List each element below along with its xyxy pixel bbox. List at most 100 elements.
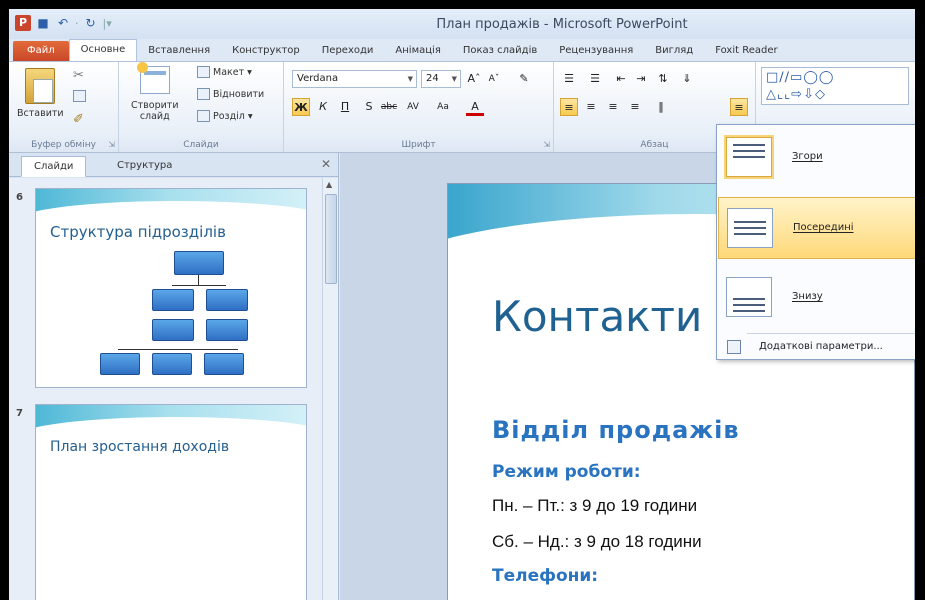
new-slide-icon bbox=[136, 62, 170, 94]
scroll-up-icon[interactable]: ▲ bbox=[326, 180, 332, 189]
increase-indent-icon[interactable]: ⇥ bbox=[632, 70, 650, 88]
align-top-option[interactable]: Згори bbox=[718, 127, 915, 189]
paste-icon bbox=[25, 68, 56, 104]
close-pane-icon[interactable]: ✕ bbox=[321, 157, 331, 171]
more-options-item[interactable]: Додаткові параметри... bbox=[717, 337, 915, 359]
strikethrough-icon[interactable]: abc bbox=[380, 98, 398, 116]
tab-home[interactable]: Основне bbox=[68, 39, 138, 61]
section-heading[interactable]: Відділ продажів bbox=[492, 416, 740, 444]
italic-icon[interactable]: К bbox=[314, 98, 332, 116]
work-hours-label[interactable]: Режим роботи: bbox=[492, 462, 641, 482]
clear-formatting-icon[interactable]: ✎ bbox=[515, 70, 533, 88]
thumb-wave bbox=[36, 405, 306, 457]
org-box bbox=[152, 289, 194, 311]
justify-icon[interactable]: ≡ bbox=[626, 98, 644, 116]
org-box bbox=[174, 251, 224, 275]
line-spacing-icon[interactable]: ⇅ bbox=[654, 70, 672, 88]
text-direction-icon[interactable]: ⇓ bbox=[678, 70, 696, 88]
cut-button[interactable]: ✂ bbox=[73, 68, 84, 83]
shapes-preview-icon: □∕∕▭◯◯ bbox=[766, 70, 835, 85]
shrink-font-icon[interactable]: Aˇ bbox=[485, 70, 503, 88]
tab-slides[interactable]: Слайди bbox=[21, 156, 87, 177]
more-options-label: Додаткові параметри... bbox=[759, 341, 883, 352]
shapes-gallery[interactable]: □∕∕▭◯◯ △⌞⌞⇨⇩◇ bbox=[761, 67, 909, 105]
slide-thumbnail-6[interactable]: Структура підрозділів bbox=[35, 188, 307, 388]
title-bar: P ■ ↶ · ↻ |▾ План продажів - Microsoft P… bbox=[9, 9, 915, 39]
tab-insert[interactable]: Вставлення bbox=[137, 41, 221, 61]
section-label: Розділ bbox=[213, 110, 245, 122]
align-text-vertical-icon[interactable]: ≡ bbox=[730, 98, 748, 116]
format-painter-button[interactable]: ✐ bbox=[73, 112, 84, 127]
clipboard-launcher-icon[interactable]: ⇲ bbox=[108, 140, 115, 149]
font-launcher-icon[interactable]: ⇲ bbox=[543, 140, 550, 149]
numbering-icon[interactable]: ☰ bbox=[586, 70, 604, 88]
new-slide-button[interactable]: Створити слайд bbox=[131, 62, 179, 122]
align-top-icon bbox=[726, 137, 772, 177]
new-slide-label-1: Створити bbox=[131, 100, 179, 111]
slide-thumbnail-title: Структура підрозділів bbox=[50, 223, 226, 241]
phones-label[interactable]: Телефони: bbox=[492, 566, 598, 586]
font-color-icon[interactable]: A bbox=[466, 98, 484, 116]
font-size-combo[interactable]: 24 ▼ bbox=[421, 70, 461, 88]
copy-button[interactable] bbox=[73, 90, 86, 102]
copy-icon bbox=[73, 90, 86, 102]
shadow-icon[interactable]: S bbox=[360, 98, 378, 116]
align-right-icon[interactable]: ≡ bbox=[604, 98, 622, 116]
org-box bbox=[206, 289, 248, 311]
tab-outline[interactable]: Структура bbox=[105, 156, 184, 177]
brush-icon: ✐ bbox=[73, 112, 84, 127]
columns-icon[interactable]: ‖ bbox=[652, 98, 670, 116]
font-family-combo[interactable]: Verdana ▼ bbox=[292, 70, 417, 88]
section-button[interactable]: Розділ ▾ bbox=[197, 110, 253, 122]
org-box bbox=[152, 319, 194, 341]
align-center-icon[interactable]: ≡ bbox=[582, 98, 600, 116]
align-bottom-option[interactable]: Знизу bbox=[718, 267, 915, 329]
tab-animations[interactable]: Анімація bbox=[384, 41, 451, 61]
weekday-hours[interactable]: Пн. – Пт.: з 9 до 19 години bbox=[492, 496, 697, 516]
tab-review[interactable]: Рецензування bbox=[548, 41, 644, 61]
slide-number: 6 bbox=[16, 192, 23, 203]
org-box bbox=[152, 353, 192, 375]
slides-group: Створити слайд Макет ▾ Відновити Розділ ▾ … bbox=[119, 62, 284, 152]
align-text-dropdown: Згори Посередині Знизу Додаткові парамет… bbox=[716, 124, 915, 360]
thumbnails-scrollbar[interactable]: ▲ bbox=[322, 178, 338, 600]
scroll-thumb[interactable] bbox=[325, 194, 337, 284]
paste-label: Вставити bbox=[17, 108, 64, 119]
tab-transitions[interactable]: Переходи bbox=[311, 41, 385, 61]
tab-slide-show[interactable]: Показ слайдів bbox=[452, 41, 548, 61]
reset-button[interactable]: Відновити bbox=[197, 88, 264, 100]
font-family-dropdown-icon[interactable]: ▼ bbox=[408, 71, 413, 87]
slide-title[interactable]: Контакти bbox=[492, 292, 702, 341]
character-spacing-icon[interactable]: AV bbox=[404, 98, 422, 116]
paste-button[interactable]: Вставити bbox=[17, 68, 64, 119]
section-icon bbox=[197, 110, 210, 122]
bold-icon[interactable]: Ж bbox=[292, 98, 310, 116]
underline-icon[interactable]: П bbox=[336, 98, 354, 116]
org-box bbox=[206, 319, 248, 341]
tab-foxit-reader[interactable]: Foxit Reader bbox=[704, 41, 788, 61]
decrease-indent-icon[interactable]: ⇤ bbox=[612, 70, 630, 88]
weekend-hours[interactable]: Сб. – Нд.: з 9 до 18 години bbox=[492, 532, 702, 552]
slide-thumbnail-7[interactable]: План зростання доходів bbox=[35, 404, 307, 600]
slide-thumbnails: 6 Структура підрозділів 7 План зростання… bbox=[9, 178, 323, 600]
align-top-label: Згори bbox=[792, 151, 823, 162]
tab-view[interactable]: Вигляд bbox=[644, 41, 704, 61]
scissors-icon: ✂ bbox=[73, 68, 84, 83]
section-dropdown-icon: ▾ bbox=[247, 110, 253, 122]
align-left-icon[interactable]: ≡ bbox=[560, 98, 578, 116]
change-case-icon[interactable]: Aa bbox=[434, 98, 452, 116]
tab-file[interactable]: Файл bbox=[13, 41, 69, 61]
org-box bbox=[204, 353, 244, 375]
align-middle-option[interactable]: Посередині bbox=[718, 197, 915, 259]
layout-button[interactable]: Макет ▾ bbox=[197, 66, 252, 78]
thumb-wave bbox=[36, 189, 306, 241]
align-bottom-icon bbox=[726, 277, 772, 317]
layout-icon bbox=[197, 66, 210, 78]
align-middle-icon bbox=[727, 208, 773, 248]
bullets-icon[interactable]: ☰ bbox=[560, 70, 578, 88]
tab-design[interactable]: Конструктор bbox=[221, 41, 311, 61]
font-size-dropdown-icon[interactable]: ▼ bbox=[452, 71, 457, 87]
grow-font-icon[interactable]: Aˆ bbox=[465, 70, 483, 88]
slides-pane: Слайди Структура ✕ 6 Структура підрозділ… bbox=[9, 153, 339, 600]
clipboard-group-label: Буфер обміну bbox=[31, 140, 96, 150]
